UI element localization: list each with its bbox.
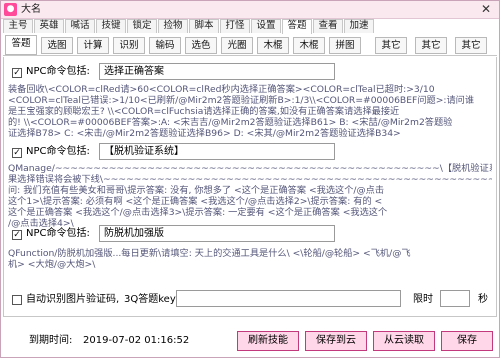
subtab-other-1[interactable]: 其它 (375, 37, 407, 54)
tab-speedup[interactable]: 加速 (344, 19, 374, 33)
npc-command-label-3: NPC命令包括: (26, 228, 90, 239)
footer-bar: 到期时间: 2019-07-02 01:16:52 刷新技能 保存到云 从云读取… (3, 318, 497, 357)
npc-command-input-1[interactable]: 选择正确答案 (99, 63, 335, 80)
answer-subtab-bar: 答题 选图 计算 识别 输码 选色 光圈 木棍 木棍 拼图 其它 其它 其它 (3, 34, 497, 56)
tab-main[interactable]: 主号 (3, 19, 33, 33)
save-to-cloud-button[interactable]: 保存到云 (305, 331, 367, 351)
npc-command-label-2: NPC命令包括: (26, 146, 90, 157)
tab-answer[interactable]: 答题 (282, 19, 312, 34)
npc-command-checkbox-2[interactable]: ✓ (12, 148, 22, 158)
load-from-cloud-button[interactable]: 从云读取 (373, 331, 435, 351)
tab-fight[interactable]: 打怪 (220, 19, 250, 33)
subtab-other-3[interactable]: 其它 (455, 37, 487, 54)
subtab-stick-2[interactable]: 木棍 (293, 37, 325, 54)
refresh-skills-button[interactable]: 刷新技能 (237, 331, 299, 351)
npc-dialog-text-1: 装备回收\<COLOR=clRed请>60<COLOR=clRed秒内选择正确答… (8, 84, 475, 139)
npc-dialog-text-2: QManage/~~~~~~~~~~~~~~~~~~~~~~~~~~~~~~~~… (8, 163, 492, 229)
subtab-puzzle[interactable]: 拼图 (329, 37, 361, 54)
tab-lock[interactable]: 锁定 (127, 19, 157, 33)
subtab-select-color[interactable]: 选色 (185, 37, 217, 54)
subtab-input-code[interactable]: 输码 (149, 37, 181, 54)
expire-time-label: 到期时间: (29, 335, 73, 346)
tab-view[interactable]: 查看 (313, 19, 343, 33)
close-icon[interactable]: ✕ (475, 1, 497, 18)
npc-command-input-3[interactable]: 防脱机加强版 (99, 225, 335, 242)
time-limit-label: 限时 (413, 294, 433, 305)
tab-pickup[interactable]: 捡物 (158, 19, 188, 33)
subtab-stick-1[interactable]: 木棍 (257, 37, 289, 54)
npc-dialog-text-3: QFunction/防脱机加强版...每日更新\请填空: 天上的交通工具是什么\… (8, 248, 411, 270)
subtab-recognize[interactable]: 识别 (113, 37, 145, 54)
subtab-calculate[interactable]: 计算 (77, 37, 109, 54)
npc-command-checkbox-1[interactable]: ✓ (12, 68, 22, 78)
window-title: 大名 (21, 4, 41, 15)
auto-recognize-checkbox[interactable] (12, 295, 22, 305)
tab-shout[interactable]: 喊话 (65, 19, 95, 33)
tab-script[interactable]: 脚本 (189, 19, 219, 33)
subtab-select-image[interactable]: 选图 (41, 37, 73, 54)
auto-recognize-label: 自动识别图片验证码, (26, 294, 120, 305)
subtab-answer[interactable]: 答题 (5, 35, 37, 55)
time-limit-input[interactable] (440, 290, 470, 307)
answer-key-label: 3Q答题key: (124, 294, 179, 305)
seconds-unit-label: 秒 (478, 294, 488, 305)
title-bar: ● 大名 ✕ (1, 1, 499, 19)
tab-hero[interactable]: 英雄 (34, 19, 64, 33)
subtab-other-2[interactable]: 其它 (415, 37, 447, 54)
tab-settings[interactable]: 设置 (251, 19, 281, 33)
app-logo-icon: ● (4, 3, 17, 16)
subtab-halo[interactable]: 光圈 (221, 37, 253, 54)
npc-command-input-2[interactable]: 【脱机验证系统】 (99, 143, 335, 160)
main-tab-bar: 主号 英雄 喊话 技键 锁定 捡物 脚本 打怪 设置 答题 查看 加速 (3, 19, 497, 34)
main-window: ● 大名 ✕ 主号 英雄 喊话 技键 锁定 捡物 脚本 打怪 设置 答题 查看 … (0, 0, 500, 358)
answer-panel: ✓ NPC命令包括: 选择正确答案 装备回收\<COLOR=clRed请>60<… (3, 57, 497, 317)
answer-key-input[interactable] (176, 290, 401, 307)
npc-command-checkbox-3[interactable]: ✓ (12, 230, 22, 240)
tab-skill-keys[interactable]: 技键 (96, 19, 126, 33)
npc-command-label-1: NPC命令包括: (26, 66, 90, 77)
save-button[interactable]: 保存 (441, 331, 493, 351)
expire-time-value: 2019-07-02 01:16:52 (83, 335, 190, 346)
